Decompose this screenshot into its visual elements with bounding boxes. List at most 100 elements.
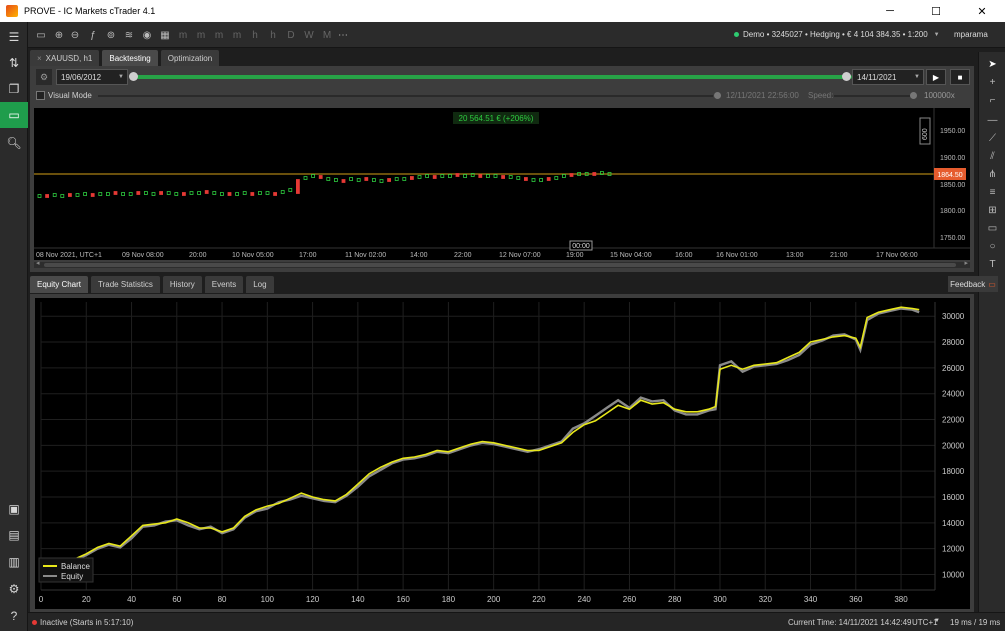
y-tick-label: 30000 (942, 312, 965, 321)
tab-backtesting[interactable]: Backtesting (102, 50, 158, 66)
speed-handle[interactable] (910, 92, 917, 99)
timeframe-h4-icon[interactable]: h (266, 28, 280, 42)
scroll-right-icon[interactable]: ▸ (964, 259, 968, 267)
stack-icon[interactable]: ≋ (122, 28, 136, 42)
indicator-icon[interactable]: ƒ (86, 28, 100, 42)
maximize-button[interactable]: ☐ (913, 0, 959, 22)
timeframe-h1-icon[interactable]: h (248, 28, 262, 42)
minimize-button[interactable]: ─ (867, 0, 913, 22)
y-tick-label: 10000 (942, 571, 965, 580)
price-chart-scrollbar[interactable]: ◂ ▸ (34, 259, 970, 268)
x-tick-label: 0 (39, 595, 44, 604)
tab-log[interactable]: Log (246, 276, 274, 293)
scroll-thumb[interactable] (44, 263, 956, 267)
candle (455, 173, 460, 177)
layers-icon[interactable]: ▥ (0, 549, 28, 575)
candle (151, 192, 156, 196)
zoom-in-icon[interactable]: ⊕ (52, 28, 66, 42)
rectangle-icon[interactable]: ▭ (979, 220, 1005, 237)
tab-symbol[interactable]: × XAUUSD, h1 (30, 50, 100, 66)
fib-fan-icon[interactable]: ⊞ (979, 202, 1005, 219)
briefcase-icon[interactable]: ▣ (0, 496, 28, 522)
candle (371, 178, 376, 182)
trade-icon[interactable]: ⇅ (0, 50, 28, 76)
crosshair-icon[interactable]: + (979, 74, 1005, 91)
candle (440, 174, 445, 178)
play-button[interactable]: ▶ (926, 69, 946, 85)
help-icon[interactable]: ? (0, 603, 28, 629)
speed-label: Speed: (808, 91, 834, 100)
x-tick-label: 220 (532, 595, 546, 604)
layout-icon[interactable]: ▭ (34, 28, 48, 42)
x-tick-label: 60 (172, 595, 181, 604)
candle (219, 192, 224, 196)
cursor-select-icon[interactable]: ⌐ (979, 92, 1005, 109)
fibonacci-icon[interactable]: ≡ (979, 184, 1005, 201)
y-tick-label: 18000 (942, 467, 965, 476)
menu-icon[interactable]: ☰ (0, 24, 28, 50)
settings-icon[interactable]: ⚙ (0, 576, 28, 602)
visual-mode-checkbox[interactable] (36, 91, 45, 100)
eye-icon[interactable]: ◉ (140, 28, 154, 42)
equity-chart[interactable]: 0 20 40 60 80 100 120 140 160 180 200 220 240 260 280 3… (35, 298, 970, 609)
timeframe-m1-icon[interactable]: m (176, 28, 190, 42)
price-chart[interactable]: 1950.00 1900.00 1850.00 1800.00 1750.00 08 N… (34, 108, 970, 260)
more-icon[interactable]: ⋯ (336, 28, 350, 42)
tab-optimization[interactable]: Optimization (160, 50, 220, 66)
candle (349, 177, 354, 181)
candle (463, 174, 468, 178)
backtest-settings-icon[interactable]: ⚙ (36, 69, 52, 85)
feedback-button[interactable]: Feedback ▭ (948, 276, 998, 292)
app-sidebar: ☰ ⇅ ❐ ▭ 🔍︎ ▣ ▤ ▥ ⚙ ? (0, 22, 28, 631)
candle (493, 174, 498, 178)
channel-icon[interactable]: ⫽ (979, 148, 1005, 165)
stop-button[interactable]: ■ (950, 69, 970, 85)
x-tick-label: 340 (804, 595, 818, 604)
close-tab-icon[interactable]: × (37, 54, 42, 63)
time-tick-label: 13:00 (786, 252, 804, 259)
visual-progress-handle[interactable] (714, 92, 721, 99)
analyze-icon[interactable]: 🔍︎ (0, 130, 28, 156)
timeframe-w1-icon[interactable]: W (302, 28, 316, 42)
timeframe-m15-icon[interactable]: m (212, 28, 226, 42)
range-start-handle[interactable] (129, 72, 138, 81)
timeframe-m30-icon[interactable]: m (230, 28, 244, 42)
end-date-picker[interactable]: 14/11/2021 ▼ (852, 69, 924, 85)
time-tick-label: 16:00 (675, 252, 693, 259)
equity-series (40, 306, 920, 572)
copy-icon[interactable]: ❐ (0, 76, 28, 102)
start-date-picker[interactable]: 19/06/2012 ▼ (56, 69, 128, 85)
equity-panel: 0 20 40 60 80 100 120 140 160 180 200 220 240 260 280 3… (30, 294, 974, 612)
chart-type-icon[interactable]: ▦ (158, 28, 172, 42)
price-tick-label: 1950.00 (940, 128, 965, 135)
time-tick-label: 17 Nov 06:00 (876, 252, 918, 259)
ellipse-icon[interactable]: ○ (979, 238, 1005, 255)
automate-icon[interactable]: ▭ (0, 102, 28, 128)
objects-icon[interactable]: ⊚ (104, 28, 118, 42)
close-button[interactable]: ✕ (959, 0, 1005, 22)
tab-events[interactable]: Events (204, 276, 244, 293)
pitchfork-icon[interactable]: ⋔ (979, 166, 1005, 183)
cursor-icon[interactable]: ➤ (979, 56, 1005, 73)
store-icon[interactable]: ▤ (0, 522, 28, 548)
username[interactable]: mparama (954, 30, 988, 39)
account-info[interactable]: Demo • 3245027 • Hedging • € 4 104 384.3… (734, 30, 940, 39)
trend-line-icon[interactable]: ⟋ (979, 130, 1005, 147)
time-tick-label: 08 Nov 2021, UTC+1 (36, 252, 102, 259)
scroll-left-icon[interactable]: ◂ (36, 259, 40, 267)
horizontal-line-icon[interactable]: — (979, 112, 1005, 129)
date-range-slider[interactable] (134, 75, 852, 79)
timeframe-d1-icon[interactable]: D (284, 28, 298, 42)
tab-history[interactable]: History (162, 276, 202, 293)
time-marker-label: 00:00 (572, 243, 590, 250)
profit-label: 20 564.51 € (+206%) (459, 114, 534, 123)
x-tick-label: 240 (578, 595, 592, 604)
tab-equity-chart[interactable]: Equity Chart (30, 276, 89, 293)
time-tick-label: 22:00 (454, 252, 472, 259)
range-end-handle[interactable] (842, 72, 851, 81)
zoom-out-icon[interactable]: ⊖ (68, 28, 82, 42)
timeframe-m5-icon[interactable]: m (194, 28, 208, 42)
timeframe-mn-icon[interactable]: M (320, 28, 334, 42)
tab-trade-statistics[interactable]: Trade Statistics (91, 276, 160, 293)
text-tool-icon[interactable]: T (979, 256, 1005, 273)
